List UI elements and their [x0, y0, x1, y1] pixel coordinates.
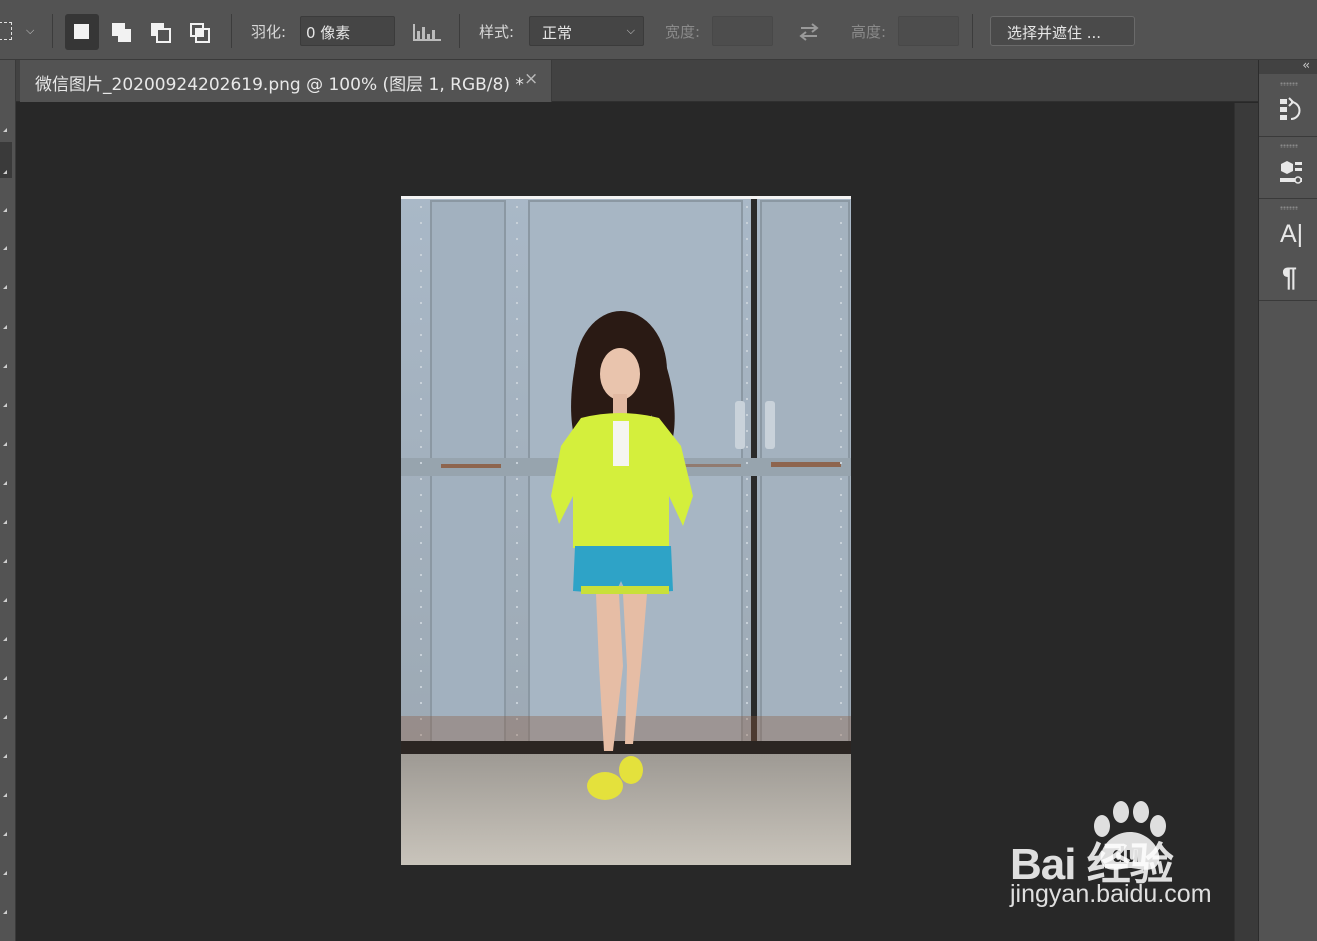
- tool-group-indicator-icon: [3, 325, 7, 329]
- add-to-selection-button[interactable]: [104, 14, 138, 50]
- tool-group-indicator-icon: [3, 637, 7, 641]
- width-input[interactable]: [712, 16, 773, 46]
- panel-dock-header: ‹‹: [1259, 58, 1317, 74]
- tool-group-indicator-icon: [3, 520, 7, 524]
- photo-illustration: [401, 196, 851, 865]
- panel-grip[interactable]: [1280, 144, 1298, 148]
- height-label: 高度:: [851, 23, 887, 41]
- tool-group-indicator-icon: [3, 871, 7, 875]
- rectangular-marquee-icon: [0, 22, 12, 40]
- style-select-value: 正常: [542, 24, 573, 42]
- width-label: 宽度:: [665, 23, 701, 41]
- tool-preset-picker[interactable]: ⌵: [0, 20, 44, 44]
- tool-group-indicator-icon: [3, 832, 7, 836]
- subtract-from-selection-icon: [151, 23, 171, 43]
- tool-group-indicator-icon: [3, 793, 7, 797]
- tool-group-indicator-icon: [3, 128, 7, 132]
- right-panel-dock: ‹‹ A| ¶: [1258, 58, 1317, 941]
- paragraph-panel-icon[interactable]: ¶: [1282, 262, 1297, 293]
- close-icon[interactable]: ×: [524, 69, 538, 89]
- style-label: 样式:: [479, 23, 515, 41]
- watermark-url: jingyan.baidu.com: [1010, 880, 1212, 908]
- tool-group-indicator-icon: [3, 910, 7, 914]
- document-image: [401, 196, 851, 865]
- tool-group-indicator-icon: [3, 754, 7, 758]
- document-tab-bar: 微信图片_20200924202619.png @ 100% (图层 1, RG…: [16, 60, 1258, 102]
- character-panel-icon[interactable]: A|: [1280, 220, 1303, 249]
- separator: [972, 14, 973, 48]
- history-icon[interactable]: [1278, 96, 1304, 124]
- tool-group-indicator-icon: [3, 442, 7, 446]
- new-selection-icon: [74, 24, 89, 39]
- options-bar: ⌵ 羽化: 0 像素 样式: 正常 ⌵ 宽度: 高度: 选择并遮住 ...: [0, 0, 1317, 60]
- subtract-from-selection-button[interactable]: [143, 14, 177, 50]
- chevron-down-icon: ⌵: [26, 24, 35, 37]
- collapse-panels-icon[interactable]: ‹‹: [1302, 58, 1309, 72]
- tool-group-indicator-icon: [3, 481, 7, 485]
- style-select[interactable]: 正常 ⌵: [529, 16, 644, 46]
- tools-panel: [0, 60, 16, 941]
- tool-group-indicator-icon: [3, 715, 7, 719]
- document-tab-title: 微信图片_20200924202619.png @ 100% (图层 1, RG…: [35, 75, 524, 95]
- intersect-selection-icon: [190, 23, 210, 43]
- intersect-selection-button[interactable]: [182, 14, 216, 50]
- properties-icon[interactable]: [1278, 158, 1304, 186]
- baidu-jingyan-watermark: du Bai 经验 jingyan.baidu.com: [1010, 800, 1260, 920]
- feather-input[interactable]: 0 像素: [300, 16, 395, 46]
- separator: [52, 14, 53, 48]
- tool-group-indicator-icon: [3, 246, 7, 250]
- anti-alias-icon[interactable]: [413, 24, 443, 42]
- separator: [231, 14, 232, 48]
- panel-separator: [1259, 136, 1317, 137]
- panel-grip[interactable]: [1280, 82, 1298, 86]
- swap-width-height-icon[interactable]: [797, 22, 821, 42]
- height-input[interactable]: [898, 16, 959, 46]
- tool-group-indicator-icon: [3, 208, 7, 212]
- separator: [459, 14, 460, 48]
- panel-grip[interactable]: [1280, 206, 1298, 210]
- tool-group-indicator-icon: [3, 170, 7, 174]
- panel-separator: [1259, 198, 1317, 199]
- feather-label: 羽化:: [251, 23, 287, 41]
- add-to-selection-icon: [112, 23, 131, 42]
- tool-group-indicator-icon: [3, 676, 7, 680]
- chevron-down-icon: ⌵: [626, 24, 635, 37]
- document-tab[interactable]: 微信图片_20200924202619.png @ 100% (图层 1, RG…: [20, 60, 552, 102]
- tool-group-indicator-icon: [3, 403, 7, 407]
- select-and-mask-button[interactable]: 选择并遮住 ...: [990, 16, 1135, 46]
- tool-group-indicator-icon: [3, 285, 7, 289]
- tool-group-indicator-icon: [3, 364, 7, 368]
- panel-separator: [1259, 300, 1317, 301]
- tool-group-indicator-icon: [3, 559, 7, 563]
- new-selection-button[interactable]: [65, 14, 99, 50]
- tool-group-indicator-icon: [3, 598, 7, 602]
